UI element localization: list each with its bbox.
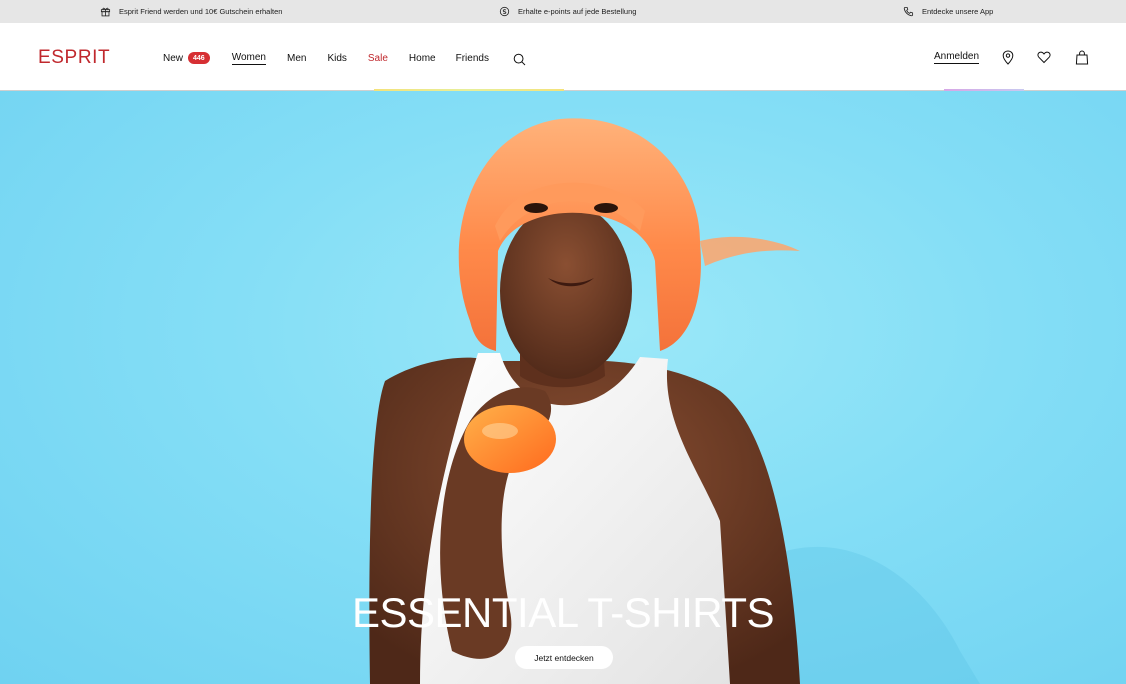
- promo-friend-link[interactable]: Esprit Friend werden und 10€ Gutschein e…: [100, 0, 282, 23]
- promo-bar: Esprit Friend werden und 10€ Gutschein e…: [0, 0, 1126, 23]
- promo-app-text: Entdecke unsere App: [922, 7, 994, 16]
- shopping-bag-icon[interactable]: [1075, 50, 1089, 65]
- promo-epoints-text: Erhalte e-points auf jede Bestellung: [518, 7, 637, 16]
- nav-item-sale[interactable]: Sale: [368, 53, 388, 64]
- discover-now-button[interactable]: Jetzt entdecken: [515, 646, 613, 669]
- nav-men-label: Men: [286, 52, 307, 64]
- nav-item-home[interactable]: Home: [409, 53, 436, 64]
- nav-sale-label: Sale: [367, 52, 388, 64]
- nav-kids-label: Kids: [327, 52, 347, 64]
- nav-item-friends[interactable]: Friends: [456, 53, 489, 64]
- coin-icon: [499, 6, 510, 17]
- main-nav: New 446 Women Men Kids Sale Home Friends: [163, 47, 489, 69]
- nav-home-label: Home: [408, 52, 436, 64]
- nav-item-kids[interactable]: Kids: [327, 53, 346, 64]
- promo-friend-text: Esprit Friend werden und 10€ Gutschein e…: [119, 7, 283, 16]
- logo-text: ESPRIT: [38, 47, 111, 68]
- new-count-badge: 446: [188, 52, 210, 64]
- promo-epoints-link[interactable]: Erhalte e-points auf jede Bestellung: [499, 0, 636, 23]
- nav-item-women[interactable]: Women: [231, 51, 266, 65]
- signin-link[interactable]: Anmelden: [934, 51, 980, 64]
- esprit-logo[interactable]: ESPRIT: [38, 47, 110, 69]
- nav-item-new[interactable]: New 446: [163, 52, 210, 64]
- gift-icon: [100, 7, 111, 17]
- nav-item-men[interactable]: Men: [287, 53, 306, 64]
- site-header: ESPRIT New 446 Women Men Kids Sale Home …: [0, 23, 1126, 91]
- phone-icon: [903, 6, 914, 17]
- promo-app-link[interactable]: Entdecke unsere App: [903, 0, 993, 23]
- nav-women-label: Women: [231, 51, 266, 65]
- hero-title: ESSENTIAL T-SHIRTS: [351, 589, 775, 636]
- nav-new-label: New: [163, 52, 184, 64]
- search-icon[interactable]: [513, 53, 526, 66]
- hero-banner[interactable]: ESSENTIAL T-SHIRTS Jetzt entdecken: [0, 91, 1126, 684]
- nav-friends-label: Friends: [455, 52, 489, 64]
- heart-icon[interactable]: [1037, 50, 1051, 65]
- store-locator-icon[interactable]: [1001, 50, 1015, 65]
